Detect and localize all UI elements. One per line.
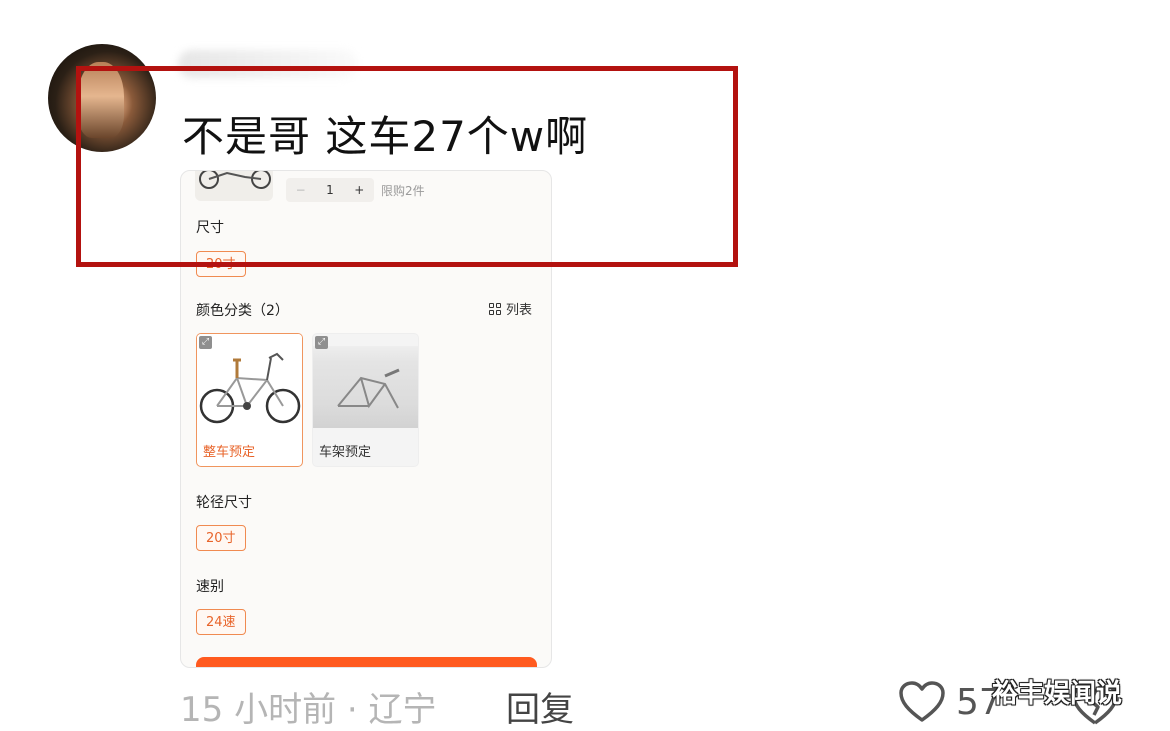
watermark: 裕丰娱闻说 [992, 679, 1123, 709]
color-category-label: 颜色分类（2） [196, 303, 289, 319]
wheel-size-label: 轮径尺寸 [196, 495, 252, 511]
highlight-box [76, 66, 738, 267]
heart-icon [899, 681, 945, 722]
list-view-toggle[interactable]: 列表 [489, 299, 532, 318]
grid-icon [489, 302, 501, 315]
bicycle-icon [199, 352, 301, 424]
bike-frame-icon [337, 368, 400, 409]
speed-label: 速别 [196, 579, 224, 595]
option-full-bike[interactable]: ⤢ 整车预定 [196, 333, 303, 467]
speed-chip[interactable]: 24速 [196, 609, 246, 635]
option-name: 车架预定 [319, 445, 372, 460]
option-frame-only[interactable]: ⤢ 车架预定 [312, 333, 419, 467]
wheel-size-chip[interactable]: 20寸 [196, 525, 246, 551]
zoom-icon[interactable]: ⤢ [199, 336, 212, 349]
buy-button[interactable] [196, 657, 537, 667]
zoom-icon[interactable]: ⤢ [315, 336, 328, 349]
full-bike-image [197, 334, 302, 438]
reply-button[interactable]: 回复 [506, 682, 574, 731]
list-view-label: 列表 [506, 303, 533, 318]
like-button[interactable]: 57 [898, 680, 1002, 724]
option-name: 整车预定 [203, 445, 256, 460]
comment-time-location: 15 小时前 · 辽宁 [180, 690, 437, 730]
frame-image [313, 346, 418, 428]
